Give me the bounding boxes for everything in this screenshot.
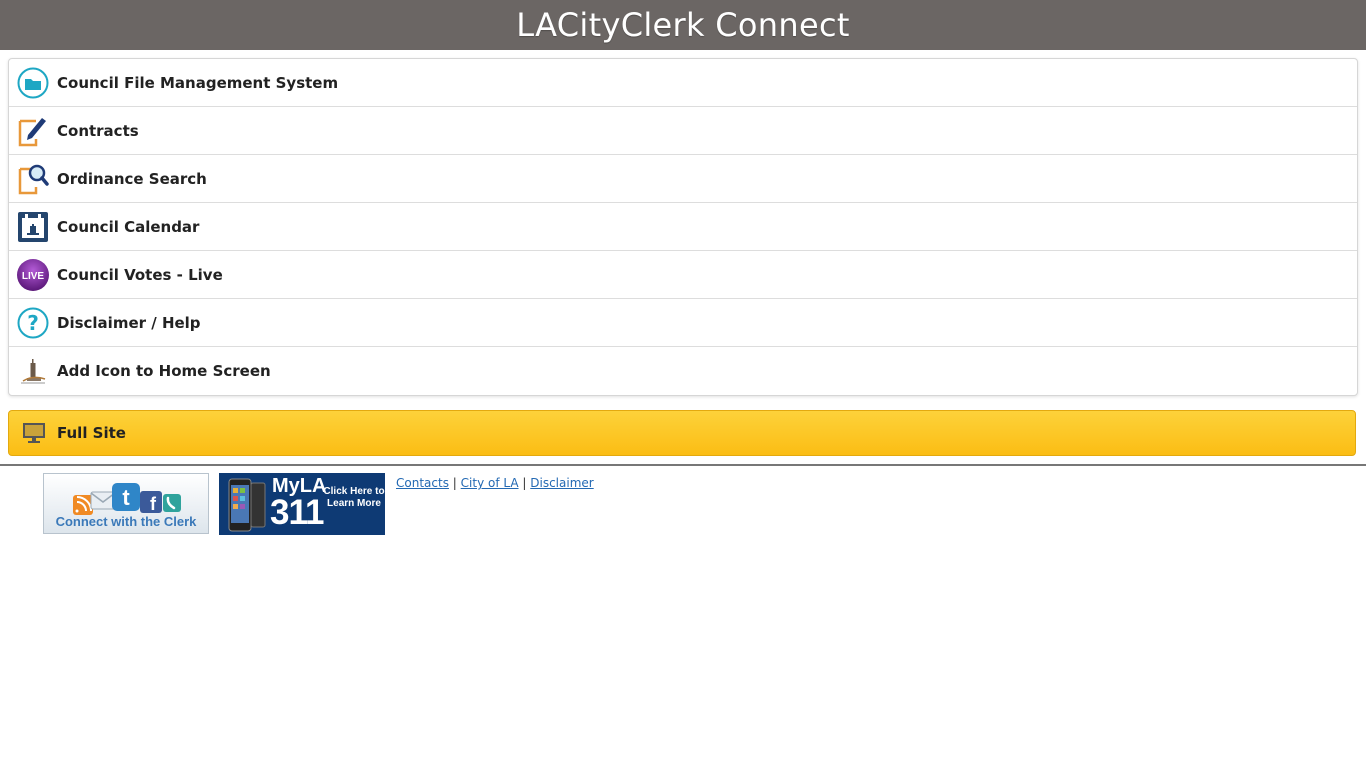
menu-item-label: Contracts xyxy=(57,121,139,140)
app-header: LACityClerk Connect xyxy=(0,0,1366,50)
connect-banner-text: Connect with the Clerk xyxy=(55,514,197,529)
live-badge-text: LIVE xyxy=(22,271,45,282)
page-title: LACityClerk Connect xyxy=(516,6,850,44)
full-site-label: Full Site xyxy=(57,424,126,442)
full-site-button[interactable]: Full Site xyxy=(8,410,1356,456)
svg-text:t: t xyxy=(122,485,130,510)
menu-item-label: Disclaimer / Help xyxy=(57,313,201,332)
menu-item-label: Ordinance Search xyxy=(57,169,207,188)
folder-icon xyxy=(16,66,50,100)
phone-icon xyxy=(163,494,181,512)
disclaimer-link[interactable]: Disclaimer xyxy=(530,476,593,490)
link-separator: | xyxy=(452,476,457,490)
pen-document-icon xyxy=(16,114,50,148)
main-menu: Council File Management System Contracts… xyxy=(8,58,1358,396)
svg-text:f: f xyxy=(150,494,157,514)
myla-click-text: Click Here to Learn More xyxy=(323,486,385,509)
footer: t f Connect with the Clerk MyLA 311 Clic… xyxy=(43,473,594,535)
city-of-la-link[interactable]: City of LA xyxy=(461,476,519,490)
calendar-icon xyxy=(16,210,50,244)
menu-item-council-file[interactable]: Council File Management System xyxy=(9,59,1357,107)
menu-item-disclaimer-help[interactable]: ? Disclaimer / Help xyxy=(9,299,1357,347)
menu-item-contracts[interactable]: Contracts xyxy=(9,107,1357,155)
menu-item-label: Council Votes - Live xyxy=(57,265,223,284)
menu-item-label: Add Icon to Home Screen xyxy=(57,362,271,380)
help-glyph: ? xyxy=(27,311,39,335)
menu-item-ordinance-search[interactable]: Ordinance Search xyxy=(9,155,1357,203)
menu-item-council-votes-live[interactable]: LIVE Council Votes - Live xyxy=(9,251,1357,299)
menu-item-label: Council Calendar xyxy=(57,217,200,236)
menu-item-label: Council File Management System xyxy=(57,73,339,92)
link-separator: | xyxy=(522,476,527,490)
connect-with-clerk-banner[interactable]: t f Connect with the Clerk xyxy=(43,473,209,534)
footer-divider xyxy=(0,464,1366,466)
city-hall-icon xyxy=(16,354,50,388)
magnifier-document-icon xyxy=(16,162,50,196)
mail-icon xyxy=(90,491,116,510)
live-icon: LIVE xyxy=(16,258,50,292)
monitor-icon xyxy=(20,419,48,447)
contacts-link[interactable]: Contacts xyxy=(396,476,449,490)
help-icon: ? xyxy=(16,306,50,340)
footer-links: Contacts | City of LA | Disclaimer xyxy=(396,475,594,491)
myla311-banner[interactable]: MyLA 311 Click Here to Learn More xyxy=(219,473,385,535)
menu-item-add-icon-home[interactable]: Add Icon to Home Screen xyxy=(9,347,1357,395)
menu-item-council-calendar[interactable]: Council Calendar xyxy=(9,203,1357,251)
myla-311-number: 311 xyxy=(270,493,324,532)
